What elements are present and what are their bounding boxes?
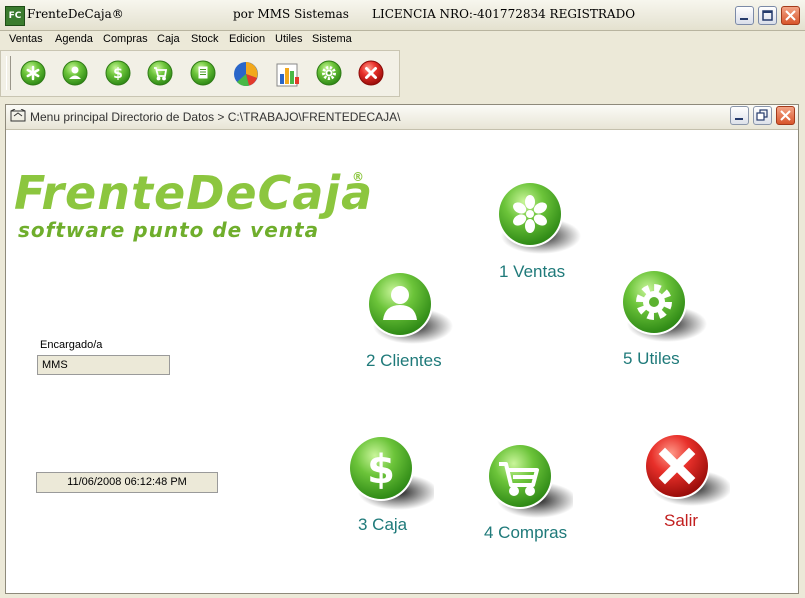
dollar-icon: $ [367,447,395,493]
menu-compras[interactable]: Compras [103,33,148,45]
utiles-label[interactable]: 5 Utiles [623,349,680,369]
toolbar-estadisticas-button[interactable] [231,59,261,89]
logo-tagline: software punto de venta [18,218,320,242]
toolbar-grip[interactable] [6,56,11,90]
toolbar-ventas-button[interactable] [19,59,49,89]
app-title: FrenteDeCaja® [27,7,124,21]
restore-icon [756,109,768,121]
toolbar-salir-button[interactable] [357,59,387,89]
menu-edicion[interactable]: Edicion [229,33,265,45]
app-vendor: por MMS Sistemas [233,7,349,21]
inner-close-button[interactable] [776,106,795,125]
license-text: LICENCIA NRO:-401772834 REGISTRADO [372,7,636,21]
ventas-button[interactable] [493,180,583,270]
app-logo-icon: FC [5,6,25,26]
menu-agenda[interactable]: Agenda [55,33,93,45]
close-icon [785,10,796,21]
encargado-label: Encargado/a [40,339,103,351]
encargado-field[interactable]: MMS [37,355,170,375]
menu-sistema[interactable]: Sistema [312,33,352,45]
salir-button[interactable] [640,430,730,520]
menu-utiles[interactable]: Utiles [275,33,303,45]
dollar-icon: $ [113,66,123,82]
salir-label[interactable]: Salir [664,511,698,531]
datetime-field: 11/06/2008 06:12:48 PM [36,472,218,493]
close-icon [780,110,791,121]
toolbar-documento-button[interactable] [189,59,219,89]
compras-label[interactable]: 4 Compras [484,523,567,543]
pie-chart-icon [234,62,258,86]
bar-chart-icon [276,63,299,87]
compras-button[interactable] [483,440,573,530]
inner-minimize-button[interactable] [730,106,749,125]
ventas-label[interactable]: 1 Ventas [499,262,565,282]
minimize-icon [735,118,743,120]
toolbar-reportes-button[interactable] [273,59,303,89]
clientes-button[interactable] [363,268,453,358]
inner-restore-button[interactable] [753,106,772,125]
toolbar-caja-button[interactable]: $ [104,59,134,89]
logo-title: FrenteDeCaja [14,166,374,220]
maximize-icon [762,10,773,21]
minimize-button[interactable] [735,6,754,25]
logo-registered-mark: ® [352,170,364,184]
toolbar-utiles-button[interactable] [315,59,345,89]
clientes-label[interactable]: 2 Clientes [366,351,442,371]
minimize-icon [740,18,748,20]
menu-ventas[interactable]: Ventas [9,33,43,45]
utiles-button[interactable] [617,268,707,358]
menu-stock[interactable]: Stock [191,33,219,45]
maximize-button[interactable] [758,6,777,25]
document-icon [198,66,208,79]
toolbar-compras-button[interactable] [146,59,176,89]
menu-caja[interactable]: Caja [157,33,180,45]
close-button[interactable] [781,6,800,25]
window-menu-icon[interactable] [10,109,26,123]
toolbar-clientes-button[interactable] [61,59,91,89]
caja-button[interactable]: $ [344,432,434,522]
caja-label[interactable]: 3 Caja [358,515,407,535]
main-menu-title: Menu principal Directorio de Datos > C:\… [30,110,401,124]
